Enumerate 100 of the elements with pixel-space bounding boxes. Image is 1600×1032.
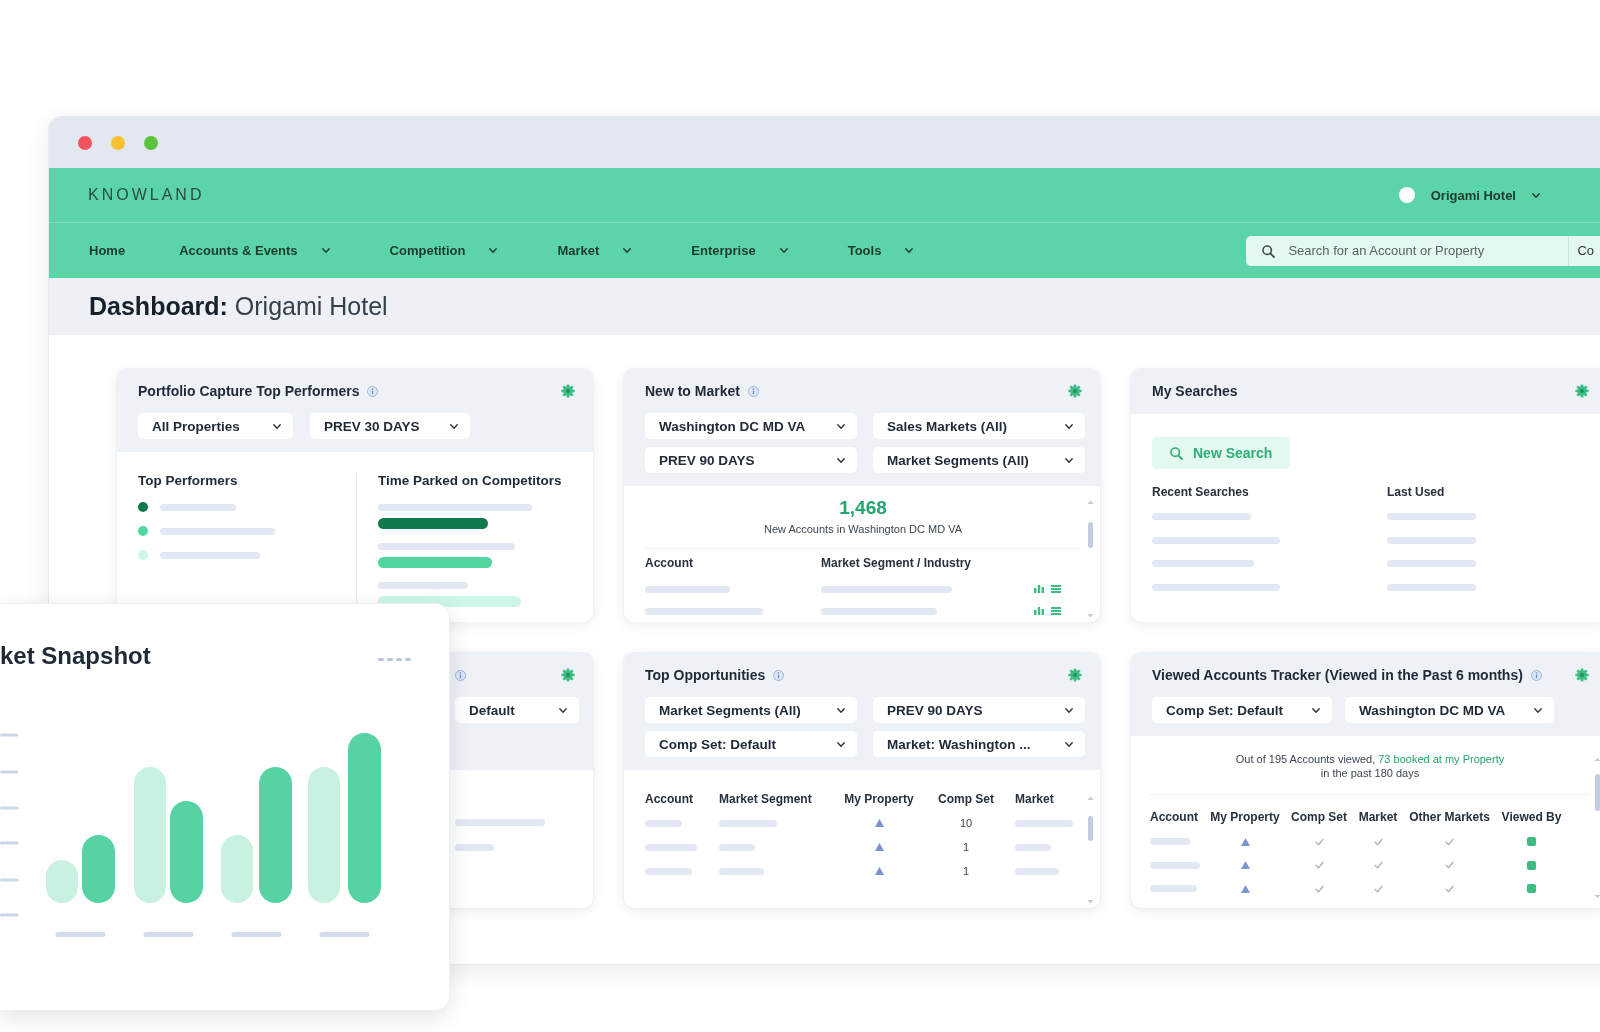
filter-dropdown[interactable]: All Properties <box>138 413 293 439</box>
table-cell: 1 <box>962 840 970 854</box>
nav-item[interactable]: Market <box>557 239 632 262</box>
card-title: My Searches <box>1152 383 1238 399</box>
nav-item[interactable]: Home <box>89 239 126 262</box>
filter-dropdown[interactable]: Washington DC MD VA <box>645 413 857 439</box>
nav-item[interactable]: Accounts & Events <box>179 239 330 262</box>
column-header: Market <box>1015 792 1055 806</box>
column-header: Viewed By <box>1501 810 1562 824</box>
column-header: Account <box>645 792 694 806</box>
caret-icon <box>837 741 845 747</box>
tile-icon <box>1527 884 1536 894</box>
section-heading: Top Performers <box>138 473 239 489</box>
list-icon[interactable] <box>1051 607 1061 615</box>
filter-dropdown[interactable]: Market Segments (All) <box>873 447 1085 473</box>
filter-dropdown[interactable]: Market: Washington ... <box>873 731 1085 757</box>
nav-item[interactable]: Competition <box>389 239 498 262</box>
skeleton-line <box>719 843 755 851</box>
caret-icon <box>837 457 845 463</box>
filter-dropdown[interactable]: Washington DC MD VA <box>1345 697 1554 723</box>
column-header: My Property <box>1210 810 1280 824</box>
caret-icon <box>1065 707 1073 713</box>
skeleton-line <box>645 867 692 875</box>
gear-icon[interactable] <box>1575 384 1589 398</box>
close-icon[interactable] <box>78 135 92 150</box>
caret-icon <box>837 423 845 429</box>
caret-icon <box>1065 457 1073 463</box>
card-title: New to Market <box>645 383 740 399</box>
table-cell: 10 <box>959 816 973 830</box>
skeleton-line <box>719 819 777 827</box>
gear-icon[interactable] <box>561 384 575 398</box>
filter-dropdown[interactable]: Market Segments (All) <box>645 697 857 723</box>
minimize-icon[interactable] <box>111 135 125 150</box>
bars-icon[interactable] <box>1034 607 1044 615</box>
filter-dropdown[interactable]: Sales Markets (All) <box>873 413 1085 439</box>
triangle-icon <box>1240 884 1250 893</box>
caret-icon <box>559 707 567 713</box>
column-header: Market Segment / Industry <box>821 556 973 570</box>
avatar-icon[interactable] <box>1398 187 1415 203</box>
column-header: Other Markets <box>1409 810 1490 824</box>
triangle-icon <box>874 843 884 851</box>
maximize-icon[interactable] <box>144 135 158 150</box>
table-cell: 1 <box>962 864 970 878</box>
column-header: Market Segment <box>719 792 813 806</box>
filter-dropdown[interactable]: PREV 30 DAYS <box>310 413 470 439</box>
logo[interactable]: KNOWLAND <box>88 186 205 204</box>
list-icon[interactable] <box>1051 585 1061 593</box>
tile-icon <box>1527 860 1536 870</box>
caret-icon <box>1065 741 1073 747</box>
filter-dropdown[interactable]: Comp Set: Default <box>645 731 857 757</box>
filter-dropdown[interactable]: PREV 90 DAYS <box>645 447 857 473</box>
summary-text: Out of 195 Accounts viewed, 73 booked at my Property in the past 180 days <box>1234 752 1506 780</box>
caret-icon <box>623 248 632 253</box>
info-icon[interactable] <box>455 669 466 681</box>
user-menu[interactable]: Origami Hotel <box>1430 184 1540 206</box>
gear-icon[interactable] <box>1068 384 1082 398</box>
search-field[interactable]: Search for an Account or Property <box>1246 235 1569 266</box>
info-icon[interactable] <box>773 669 785 681</box>
page-title: Dashboard: Origami Hotel <box>89 292 388 321</box>
caret-icon <box>273 423 281 429</box>
column-header: Comp Set <box>1291 810 1347 824</box>
caret-icon <box>450 423 458 429</box>
card-title: Top Opportunities <box>645 667 766 683</box>
skeleton-line <box>1015 843 1051 851</box>
triangle-icon <box>874 867 884 875</box>
nav-item[interactable]: Tools <box>847 239 914 262</box>
filter-dropdown[interactable]: Comp Set: Default <box>1152 697 1332 723</box>
gear-icon[interactable] <box>561 668 575 682</box>
search-icon <box>1170 446 1183 460</box>
caret-icon <box>1534 707 1542 713</box>
caret-icon <box>321 248 330 253</box>
info-icon[interactable] <box>747 385 759 397</box>
skeleton-line <box>645 843 697 851</box>
search-icon <box>1262 244 1276 258</box>
card-title: Viewed Accounts Tracker (Viewed in the Past 6 months) <box>1152 667 1523 683</box>
info-icon[interactable] <box>367 385 379 397</box>
caret-icon <box>1312 707 1320 713</box>
caret-icon <box>1532 192 1540 198</box>
scrollbar[interactable] <box>1087 500 1094 618</box>
filter-dropdown[interactable]: PREV 90 DAYS <box>873 697 1085 723</box>
triangle-icon <box>1240 861 1250 870</box>
skeleton-line <box>455 844 494 851</box>
gear-icon[interactable] <box>1068 668 1082 682</box>
column-header: Market <box>1358 810 1398 824</box>
gear-icon[interactable] <box>1575 668 1589 682</box>
nav-item[interactable]: Enterprise <box>691 239 788 262</box>
filter-dropdown[interactable]: Default <box>455 697 579 723</box>
caret-icon <box>489 248 498 253</box>
skeleton-line <box>1015 819 1073 827</box>
section-heading: Time Parked on Competitors <box>378 473 562 489</box>
caret-icon <box>1065 423 1073 429</box>
scrollbar[interactable] <box>1594 757 1600 899</box>
info-icon[interactable] <box>1530 669 1542 681</box>
column-header: Account <box>1150 810 1199 824</box>
total-caption: New Accounts in Washington DC MD VA <box>763 523 963 536</box>
bars-icon[interactable] <box>1034 585 1044 593</box>
more-icon[interactable] <box>378 658 412 662</box>
search-scope-dropdown[interactable]: Co <box>1568 235 1600 266</box>
skeleton-line <box>1015 867 1059 875</box>
scrollbar[interactable] <box>1087 796 1094 904</box>
